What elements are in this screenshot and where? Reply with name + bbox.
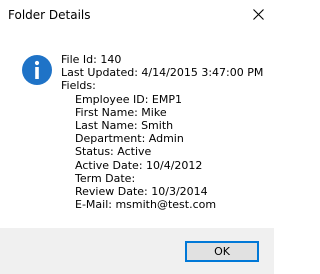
file-id-line: File Id: 140 xyxy=(61,53,122,66)
field-line: First Name: Mike xyxy=(75,105,167,119)
field-line: Department: Admin xyxy=(75,132,184,146)
message-area: File Id: 140 Last Updated: 4/14/2015 3:4… xyxy=(0,30,274,228)
close-icon xyxy=(253,9,264,20)
window-title: Folder Details xyxy=(8,8,91,22)
field-line: E-Mail: msmith@test.com xyxy=(75,198,217,212)
message-text: File Id: 140 Last Updated: 4/14/2015 3:4… xyxy=(61,53,263,211)
fields-label: Fields: xyxy=(61,79,96,93)
field-line: Status: Active xyxy=(75,145,152,159)
field-line: Active Date: 10/4/2012 xyxy=(75,158,203,172)
field-line: Employee ID: EMP1 xyxy=(75,92,182,106)
ok-button[interactable]: OK xyxy=(185,241,259,262)
info-icon xyxy=(22,55,52,85)
field-line: Term Date: xyxy=(75,171,136,185)
button-bar: OK xyxy=(0,228,274,274)
close-button[interactable] xyxy=(242,0,274,30)
field-line: Last Name: Smith xyxy=(75,118,174,132)
last-updated-line: Last Updated: 4/14/2015 3:47:00 PM xyxy=(61,66,264,80)
field-line: Review Date: 10/3/2014 xyxy=(75,184,208,198)
message-dialog: Folder Details File Id: 140 Last Updated… xyxy=(0,0,274,274)
title-bar[interactable]: Folder Details xyxy=(0,0,274,30)
